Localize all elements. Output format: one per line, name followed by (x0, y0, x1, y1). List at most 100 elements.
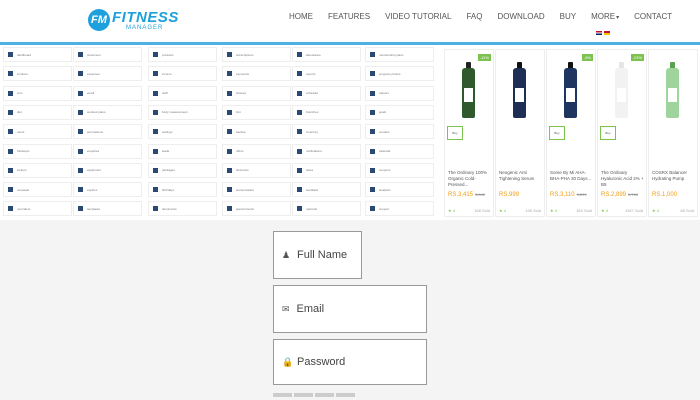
email-field[interactable]: ✉ (273, 285, 427, 333)
nav-buy[interactable]: BUY (560, 12, 576, 21)
feature-item[interactable]: sms (3, 85, 72, 101)
feature-item[interactable]: payments (222, 66, 291, 82)
feature-item[interactable]: attendance (292, 47, 361, 62)
logo[interactable]: FM FITNESS MANAGER (88, 6, 179, 34)
feature-label: calendar (379, 149, 391, 153)
feature-icon (78, 206, 83, 212)
full-name-field[interactable]: ♟ (273, 231, 362, 279)
price-value: RS.3,110 (550, 192, 575, 198)
feature-item[interactable]: templates (73, 201, 142, 217)
feature-item[interactable]: subscriptions (222, 47, 291, 62)
feature-item[interactable]: renewals (3, 182, 72, 198)
feature-item[interactable]: enquiries (73, 143, 142, 159)
product-card[interactable]: -23% Buy The Ordinary Hyaluronic Acid 2% +… (597, 49, 647, 217)
feature-item[interactable]: trainers (365, 85, 434, 101)
feature-label: reports (306, 71, 316, 76)
feature-item[interactable]: feedback (292, 182, 361, 198)
feature-item[interactable]: backup (222, 124, 291, 140)
flag-icon-en[interactable] (596, 31, 602, 35)
nav-video-tutorial[interactable]: VIDEO TUTORIAL (385, 12, 451, 21)
feature-item[interactable]: lockers (3, 162, 72, 178)
product-name[interactable]: Neogenic Anti Tightening Serum (499, 170, 543, 182)
feature-item[interactable]: equipment (73, 162, 142, 178)
product-card[interactable]: -5% Buy Some By Mi AHA-BHA-PHA 30 Days... R… (546, 49, 596, 217)
nav-home[interactable]: HOME (289, 12, 313, 21)
email-input[interactable] (294, 302, 426, 316)
feature-item[interactable]: birthdays (148, 182, 217, 198)
feature-item[interactable]: offers (222, 143, 291, 159)
feature-item[interactable]: discounts (222, 162, 291, 178)
feature-item[interactable]: support (365, 201, 434, 217)
feature-item[interactable]: leads (148, 143, 217, 159)
feature-item[interactable]: reports (292, 66, 361, 82)
feature-grid: dashboard customers products subscriptions a… (0, 45, 440, 220)
feature-item[interactable]: dashboard (3, 47, 72, 62)
feature-icon (370, 129, 375, 135)
feature-item[interactable]: settings (148, 124, 217, 140)
feature-item[interactable]: customers (73, 47, 142, 62)
feature-icon (8, 167, 13, 173)
feature-item[interactable]: goals (365, 104, 434, 120)
feature-icon (297, 206, 302, 212)
feature-item[interactable]: membership plans (365, 47, 434, 62)
feature-item[interactable]: permissions (73, 124, 142, 140)
password-field[interactable]: 🔒 (273, 339, 427, 385)
full-name-input[interactable] (295, 248, 361, 262)
feature-item[interactable]: users (3, 124, 72, 140)
feature-item[interactable]: coupons (365, 162, 434, 178)
product-name[interactable]: COSRX Balancer Hydrating Pump (652, 170, 696, 182)
feature-label: offers (236, 149, 244, 153)
feature-item[interactable]: progress photos (365, 66, 434, 82)
rating: ★ 4 (448, 208, 455, 213)
feature-item[interactable]: referrals (292, 201, 361, 217)
product-card[interactable]: -11% Buy The Ordinary 100% Organic Cold-Pr… (444, 49, 494, 217)
feature-item[interactable]: email (73, 85, 142, 101)
feature-item[interactable]: body measurement (148, 104, 217, 120)
feature-item[interactable]: workout plans (73, 104, 142, 120)
product-name[interactable]: The Ordinary 100% Organic Cold-Pressed..… (448, 170, 492, 188)
flag-icon-alt[interactable] (604, 31, 610, 35)
feature-item[interactable]: calendar (365, 143, 434, 159)
product-name[interactable]: Some By Mi AHA-BHA-PHA 30 Days... (550, 170, 594, 182)
buy-tag[interactable]: Buy (549, 126, 565, 140)
nav-contact[interactable]: CONTACT (634, 12, 672, 21)
product-card[interactable]: COSRX Balancer Hydrating Pump RS.1,000 ★ 4… (648, 49, 698, 217)
feature-item[interactable]: classes (222, 85, 291, 101)
feature-item[interactable]: diet (3, 104, 72, 120)
nav-features[interactable]: FEATURES (328, 12, 370, 21)
feature-item[interactable]: notifications (292, 143, 361, 159)
feature-icon (153, 71, 158, 77)
product-name[interactable]: The Ordinary Hyaluronic Acid 2% + B5 (601, 170, 645, 188)
password-input[interactable] (295, 355, 426, 369)
feature-item[interactable]: invoices (3, 66, 72, 82)
nav-more[interactable]: MORE (591, 12, 619, 21)
buy-tag[interactable]: Buy (600, 126, 616, 140)
feature-label: coupons (379, 168, 391, 173)
feature-item[interactable]: products (148, 47, 217, 62)
price-value: RS.3,415 (448, 192, 474, 198)
feature-item[interactable]: appointments (222, 201, 291, 217)
feature-item[interactable]: packages (148, 162, 217, 178)
feature-item[interactable]: documents (148, 201, 217, 217)
product-image[interactable] (651, 54, 695, 144)
feature-item[interactable]: inventory (292, 124, 361, 140)
feature-item[interactable]: branches (292, 104, 361, 120)
nav-faq[interactable]: FAQ (466, 12, 482, 21)
feature-item[interactable]: income (148, 66, 217, 82)
feature-item[interactable]: expenses (73, 66, 142, 82)
feature-item[interactable]: bmi (222, 104, 291, 120)
feature-item[interactable]: staff (148, 85, 217, 101)
feature-item[interactable]: expiries (73, 182, 142, 198)
nav-download[interactable]: DOWNLOAD (497, 12, 544, 21)
feature-item[interactable]: followups (3, 143, 72, 159)
buy-tag[interactable]: Buy (447, 126, 463, 140)
feature-item[interactable]: schedule (292, 85, 361, 101)
feature-item[interactable]: anniversaries (222, 182, 291, 198)
feature-item[interactable]: reminders (3, 201, 72, 217)
feature-item[interactable]: analytics (365, 182, 434, 198)
feature-label: products (162, 52, 174, 57)
product-card[interactable]: Neogenic Anti Tightening Serum RS.999 ★ 4 1… (495, 49, 545, 217)
feature-item[interactable]: vendors (365, 124, 434, 140)
product-image[interactable] (498, 54, 542, 144)
feature-item[interactable]: taxes (292, 162, 361, 178)
